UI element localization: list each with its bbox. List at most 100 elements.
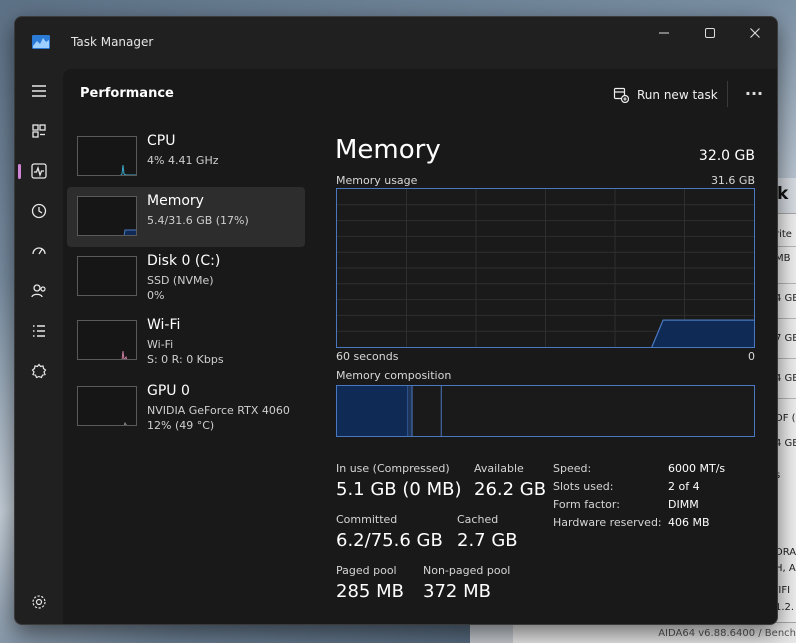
- background-row: 4 GB: [775, 373, 796, 384]
- graph-time-axis-label: 60 seconds: [336, 350, 399, 363]
- background-row: rite: [775, 229, 792, 240]
- maximize-icon: [705, 28, 715, 38]
- background-row: s: [775, 470, 796, 481]
- startup-apps-icon: [32, 247, 46, 255]
- details-icon: [33, 325, 45, 337]
- paged-pool-label: Paged pool: [336, 564, 397, 577]
- nav-processes[interactable]: [23, 115, 55, 147]
- device-gpu[interactable]: GPU 0 NVIDIA GeForce RTX 4060 12% (49 °C…: [67, 377, 305, 437]
- composition-modified: [407, 386, 413, 436]
- window-title: Task Manager: [71, 35, 154, 49]
- speed-label: Speed:: [553, 462, 592, 475]
- background-row: 7 GB: [775, 333, 796, 344]
- nav-services[interactable]: [23, 355, 55, 387]
- slots-used-value: 2 of 4: [668, 480, 700, 493]
- memory-thumbnail: [77, 196, 137, 236]
- nav-startup-apps[interactable]: [23, 235, 55, 267]
- background-row: 1.2.: [775, 602, 795, 613]
- nav-users[interactable]: [23, 275, 55, 307]
- device-memory[interactable]: Memory 5.4/31.6 GB (17%): [67, 187, 305, 247]
- available-label: Available: [474, 462, 524, 475]
- background-row: DRA: [775, 547, 796, 558]
- device-detail: 4% 4.41 GHz: [147, 154, 219, 167]
- nav-app-history[interactable]: [23, 195, 55, 227]
- task-manager-window: Task Manager Performance Run new task ··…: [14, 16, 778, 625]
- minimize-button[interactable]: [642, 23, 686, 49]
- cached-value: 2.7 GB: [457, 530, 518, 551]
- close-button[interactable]: [733, 23, 777, 49]
- device-name: Memory: [147, 193, 204, 209]
- toolbar-divider: [727, 81, 728, 107]
- device-wifi[interactable]: Wi-Fi Wi-Fi S: 0 R: 0 Kbps: [67, 311, 305, 371]
- device-detail: 5.4/31.6 GB (17%): [147, 214, 249, 227]
- slots-used-label: Slots used:: [553, 480, 614, 493]
- background-row: MB: [775, 253, 791, 264]
- navigation-rail: [15, 69, 63, 624]
- device-disk[interactable]: Disk 0 (C:) SSD (NVMe) 0%: [67, 247, 305, 307]
- more-options-button[interactable]: ···: [739, 79, 769, 111]
- task-manager-app-icon: [32, 35, 50, 49]
- performance-page: Performance Run new task ··· CPU 4% 4.41…: [63, 69, 777, 624]
- memory-composition-chart: [337, 386, 442, 436]
- committed-value: 6.2/75.6 GB: [336, 530, 443, 551]
- processes-icon: [32, 124, 46, 138]
- composition-in-use: [337, 386, 408, 436]
- nav-performance[interactable]: [18, 155, 55, 187]
- background-row: 4 GB: [775, 293, 796, 304]
- memory-total: 32.0 GB: [698, 148, 755, 164]
- gpu-thumbnail: [77, 386, 137, 426]
- device-detail: Wi-Fi: [147, 338, 174, 351]
- performance-icon: [31, 163, 47, 179]
- device-name: Wi-Fi: [147, 317, 181, 333]
- app-history-icon: [31, 203, 47, 219]
- memory-mini-graph: [123, 229, 136, 235]
- device-name: Disk 0 (C:): [147, 253, 221, 269]
- background-row: H, A: [775, 563, 796, 574]
- memory-title: Memory: [335, 135, 441, 165]
- memory-usage-area: [651, 320, 754, 347]
- memory-usage-max: 31.6 GB: [710, 174, 755, 187]
- background-taskbar-strip: [470, 622, 514, 643]
- wifi-mini-graph: [121, 350, 128, 359]
- speed-value: 6000 MT/s: [668, 462, 726, 475]
- hamburger-icon: [32, 85, 46, 97]
- cpu-thumbnail: [77, 136, 137, 176]
- background-header-text: k: [777, 184, 789, 204]
- device-detail: S: 0 R: 0 Kbps: [147, 353, 224, 366]
- background-status-text: AIDA64 v6.88.6400 / Bench: [658, 628, 796, 639]
- device-cpu[interactable]: CPU 4% 4.41 GHz: [67, 127, 305, 187]
- close-icon: [750, 28, 760, 38]
- non-paged-pool-value: 372 MB: [423, 581, 491, 602]
- cached-label: Cached: [457, 513, 499, 526]
- in-use-label: In use (Compressed): [336, 462, 450, 475]
- maximize-button[interactable]: [688, 23, 732, 49]
- form-factor-value: DIMM: [668, 498, 699, 511]
- cpu-mini-graph: [120, 164, 136, 175]
- in-use-value: 5.1 GB (0 MB): [336, 479, 462, 500]
- hardware-reserved-label: Hardware reserved:: [553, 516, 662, 529]
- background-row: 4 GB: [775, 438, 796, 449]
- gpu-mini-graph: [123, 421, 127, 425]
- device-name: GPU 0: [147, 383, 190, 399]
- run-task-icon: [613, 87, 629, 103]
- memory-usage-graph: [336, 188, 755, 348]
- disk-thumbnail: [77, 256, 137, 296]
- device-detail: 12% (49 °C): [147, 419, 215, 432]
- page-title: Performance: [80, 86, 174, 101]
- memory-usage-chart: [337, 189, 754, 348]
- background-row: DF (: [775, 413, 796, 424]
- nav-settings[interactable]: [23, 586, 55, 618]
- background-status-bar: AIDA64 v6.88.6400 / Bench: [513, 622, 796, 643]
- committed-label: Committed: [336, 513, 398, 526]
- nav-details[interactable]: [23, 315, 55, 347]
- title-bar[interactable]: Task Manager: [15, 17, 777, 69]
- non-paged-pool-label: Non-paged pool: [423, 564, 511, 577]
- device-detail: NVIDIA GeForce RTX 4060: [147, 404, 290, 417]
- available-value: 26.2 GB: [474, 479, 547, 500]
- device-detail: SSD (NVMe): [147, 274, 214, 287]
- menu-toggle-button[interactable]: [23, 75, 55, 107]
- run-new-task-button[interactable]: Run new task: [613, 79, 718, 111]
- hardware-reserved-value: 406 MB: [668, 516, 710, 529]
- minimize-icon: [659, 32, 669, 34]
- device-name: CPU: [147, 133, 176, 149]
